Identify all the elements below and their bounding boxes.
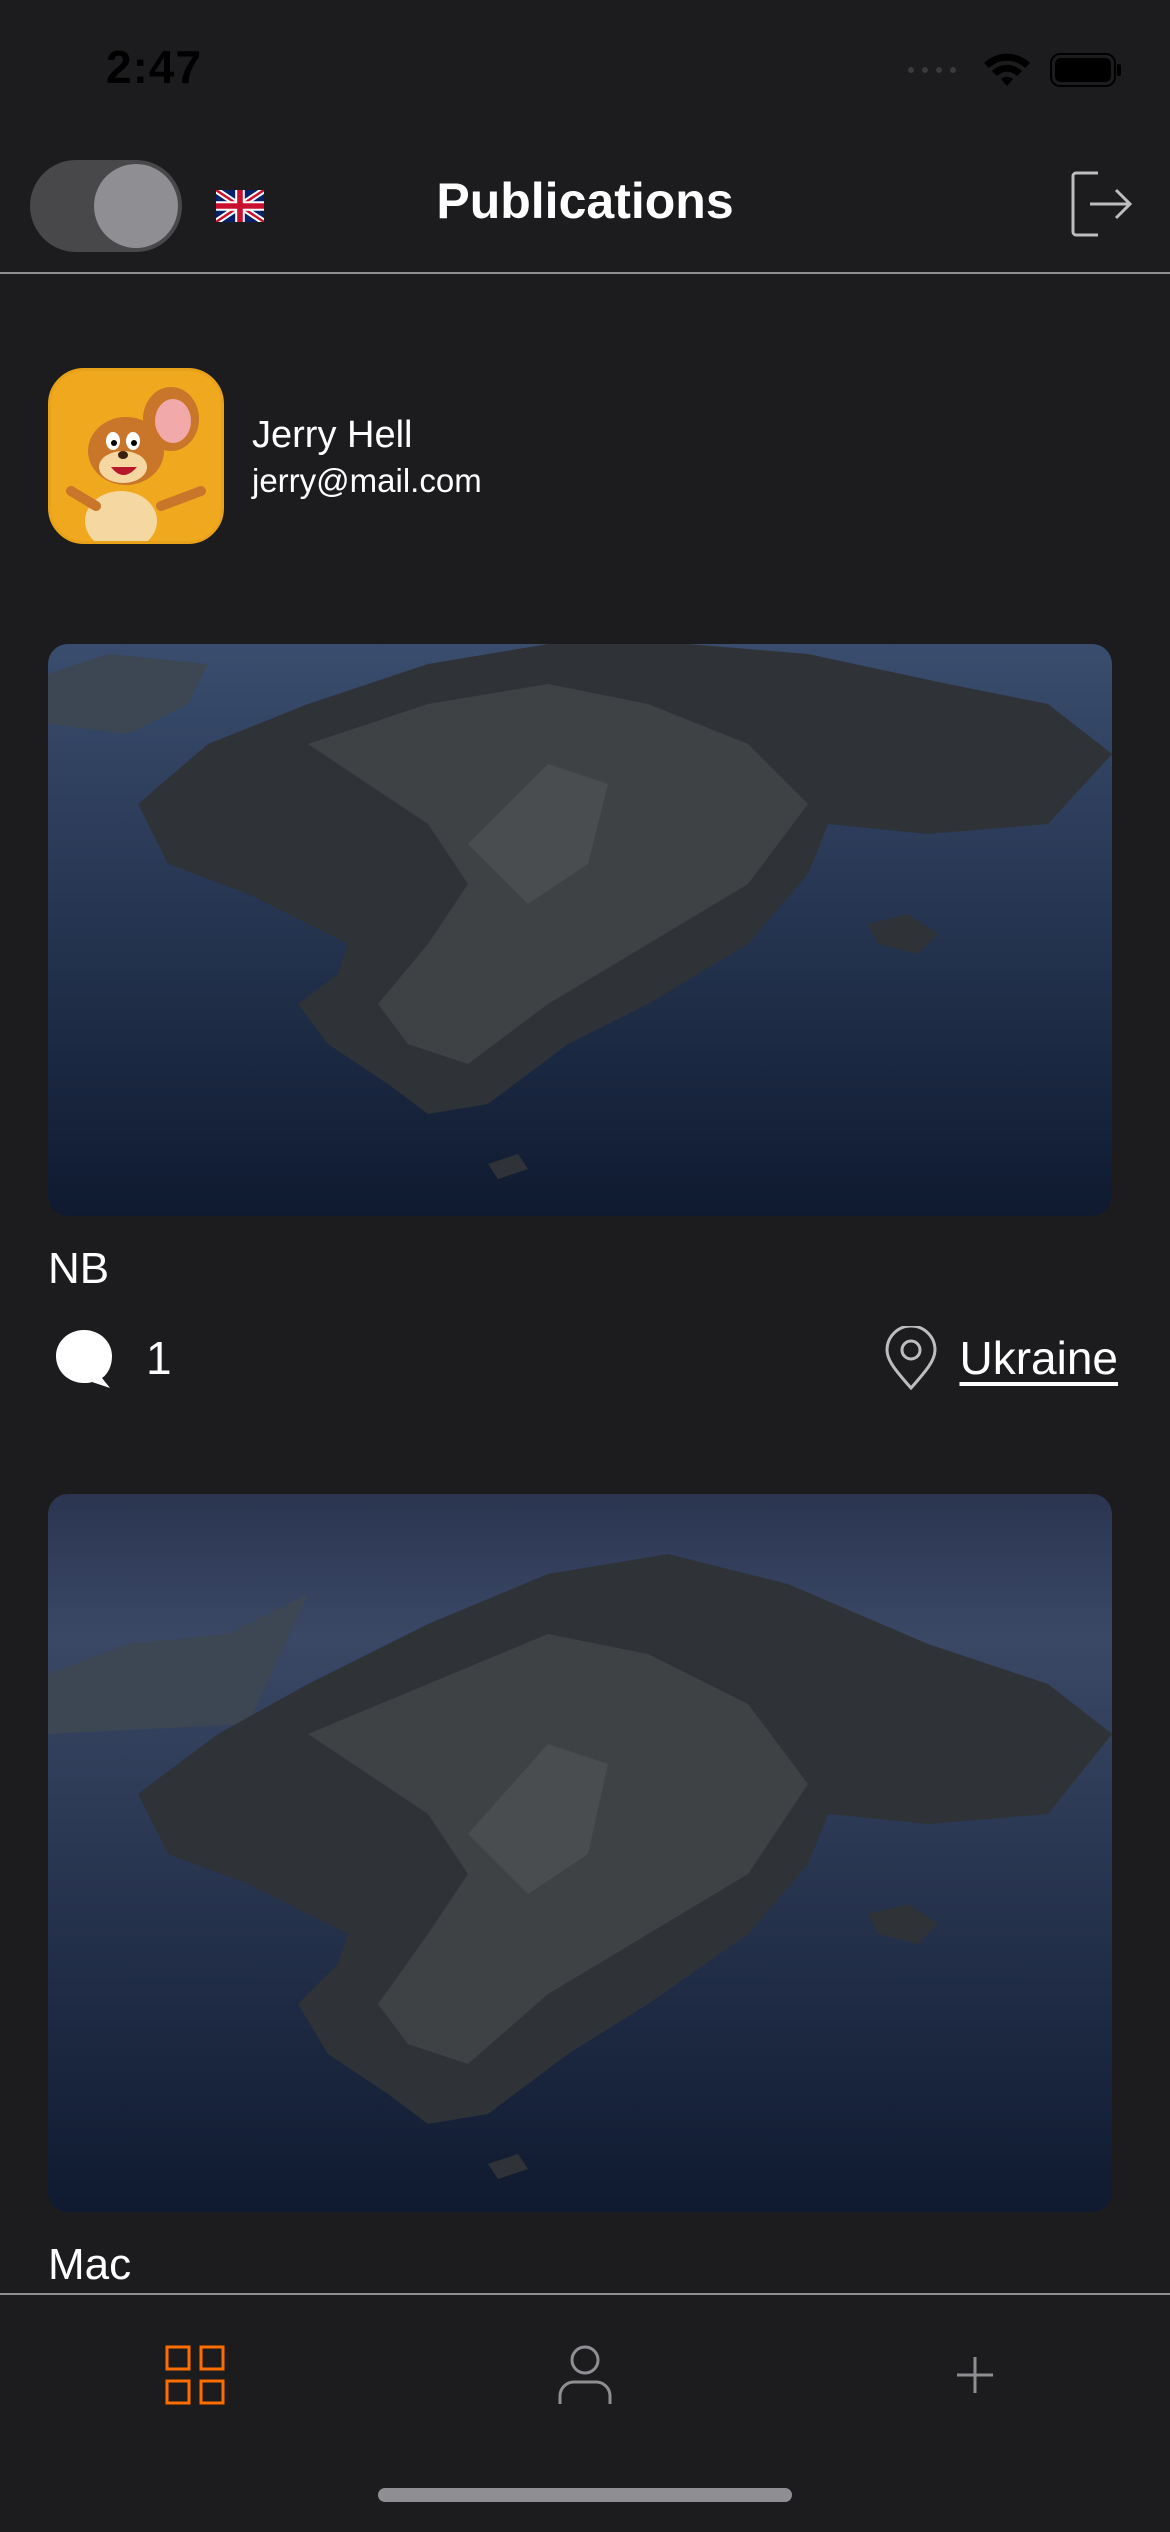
status-time: 2:47 xyxy=(106,41,203,93)
location-link[interactable]: Ukraine xyxy=(883,1326,1118,1390)
map-pin-icon xyxy=(885,1326,937,1390)
wifi-icon xyxy=(984,53,1030,86)
post-image[interactable] xyxy=(48,644,1112,1216)
comments-button[interactable]: 1 xyxy=(52,1326,172,1390)
post-title: NB xyxy=(48,1244,110,1293)
user-email: jerry@mail.com xyxy=(252,462,482,499)
comment-count: 1 xyxy=(146,1332,172,1384)
avatar xyxy=(48,368,224,544)
header-divider xyxy=(0,272,1170,274)
plus-icon xyxy=(957,2357,993,2393)
battery-icon xyxy=(1050,53,1121,87)
tab-create[interactable] xyxy=(935,2335,1015,2415)
logout-icon[interactable] xyxy=(1070,170,1134,238)
signal-icon xyxy=(908,67,956,73)
jerry-mouse-avatar-icon xyxy=(51,371,221,541)
grid-icon xyxy=(165,2345,225,2405)
post-title: Mac xyxy=(48,2240,132,2289)
location-name[interactable]: Ukraine xyxy=(959,1331,1118,1385)
tab-publications[interactable] xyxy=(155,2335,235,2415)
status-icons xyxy=(906,52,1122,88)
page-title: Publications xyxy=(436,173,734,229)
user-icon xyxy=(558,2345,612,2404)
tab-profile[interactable] xyxy=(545,2335,625,2415)
landscape-photo xyxy=(48,1494,1112,2212)
post-image[interactable] xyxy=(48,1494,1112,2212)
comment-icon xyxy=(56,1330,112,1388)
landscape-photo xyxy=(48,644,1112,1216)
home-indicator xyxy=(378,2488,792,2502)
user-name: Jerry Hell xyxy=(252,414,413,456)
